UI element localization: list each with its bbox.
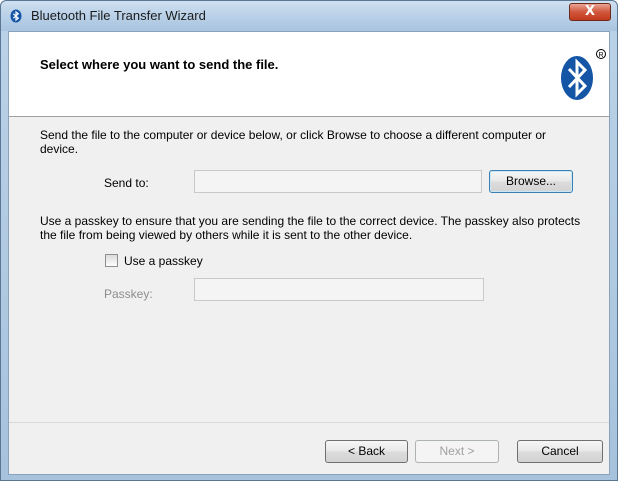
- close-button[interactable]: X: [569, 3, 611, 21]
- close-icon: X: [584, 4, 596, 19]
- use-passkey-checkbox[interactable]: [105, 254, 118, 267]
- send-to-label: Send to:: [104, 176, 149, 190]
- title-bar[interactable]: Bluetooth File Transfer Wizard X: [1, 1, 617, 31]
- window-title: Bluetooth File Transfer Wizard: [31, 8, 206, 23]
- wizard-body: Select where you want to send the file. …: [8, 31, 610, 475]
- back-button[interactable]: < Back: [325, 440, 408, 463]
- next-button: Next >: [415, 440, 499, 463]
- wizard-header: Select where you want to send the file. …: [9, 32, 609, 117]
- cancel-button[interactable]: Cancel: [517, 440, 603, 463]
- bluetooth-icon: [10, 9, 22, 23]
- use-passkey-label[interactable]: Use a passkey: [124, 254, 203, 268]
- bluetooth-logo-icon: R: [561, 49, 606, 100]
- browse-button[interactable]: Browse...: [489, 170, 573, 193]
- send-to-field: [194, 170, 482, 193]
- passkey-field: [194, 278, 484, 301]
- wizard-window: Bluetooth File Transfer Wizard X Select …: [0, 0, 618, 481]
- page-title: Select where you want to send the file.: [40, 57, 279, 72]
- footer-divider: [9, 422, 609, 423]
- passkey-label: Passkey:: [104, 287, 153, 301]
- passkey-description: Use a passkey to ensure that you are sen…: [40, 214, 581, 242]
- svg-text:R: R: [598, 52, 603, 59]
- send-description: Send the file to the computer or device …: [40, 128, 547, 156]
